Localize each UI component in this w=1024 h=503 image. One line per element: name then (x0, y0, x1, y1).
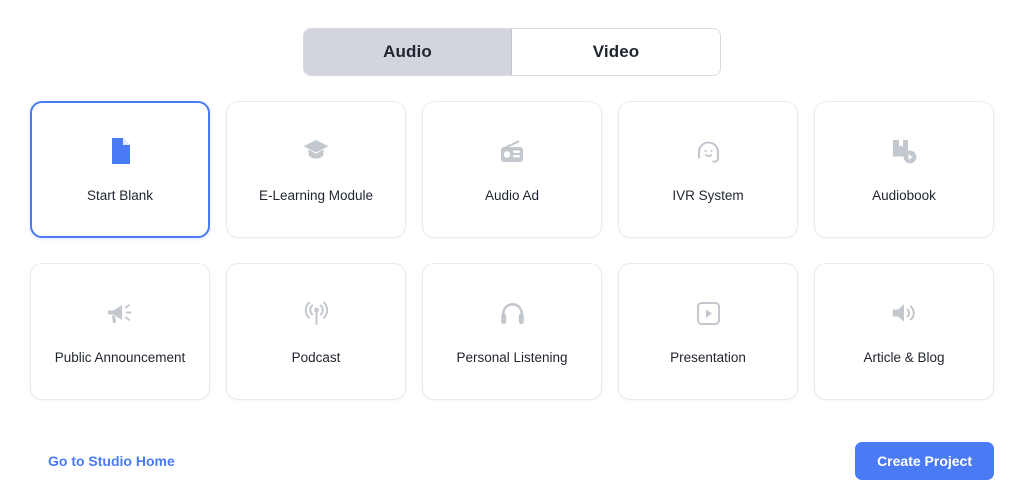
template-card-label: Presentation (670, 350, 746, 366)
broadcast-antenna-icon (303, 296, 330, 330)
template-card-label: Audiobook (872, 188, 936, 204)
template-card-audiobook[interactable]: Audiobook (814, 101, 994, 238)
headphones-icon (499, 296, 526, 330)
tab-audio[interactable]: Audio (304, 29, 512, 75)
template-grid-row-2: Public Announcement Podcast Personal Lis… (30, 263, 994, 400)
new-project-screen: Audio Video Start Blank E-Learning Modul… (0, 0, 1024, 503)
template-card-public-announcement[interactable]: Public Announcement (30, 263, 210, 400)
audiobook-play-icon (890, 134, 918, 168)
template-card-audio-ad[interactable]: Audio Ad (422, 101, 602, 238)
play-square-icon (696, 296, 721, 330)
document-icon (108, 134, 132, 168)
go-to-studio-home-link[interactable]: Go to Studio Home (30, 453, 175, 469)
create-project-button[interactable]: Create Project (855, 442, 994, 480)
graduation-cap-icon (302, 134, 330, 168)
template-card-podcast[interactable]: Podcast (226, 263, 406, 400)
template-card-start-blank[interactable]: Start Blank (30, 101, 210, 238)
template-card-label: E-Learning Module (258, 188, 374, 204)
headset-support-icon (695, 134, 722, 168)
mode-toggle-container: Audio Video (30, 0, 994, 76)
template-card-label: Personal Listening (456, 350, 568, 366)
template-card-label: Article & Blog (863, 350, 945, 366)
template-card-label: Public Announcement (54, 350, 186, 366)
template-card-personal-listening[interactable]: Personal Listening (422, 263, 602, 400)
template-card-article-blog[interactable]: Article & Blog (814, 263, 994, 400)
template-card-presentation[interactable]: Presentation (618, 263, 798, 400)
template-card-label: Podcast (291, 350, 341, 366)
template-grid-row-1: Start Blank E-Learning Module Audio Ad I… (30, 101, 994, 238)
template-card-label: Start Blank (86, 188, 154, 204)
mode-toggle[interactable]: Audio Video (303, 28, 721, 76)
template-card-ivr-system[interactable]: IVR System (618, 101, 798, 238)
footer-bar: Go to Studio Home Create Project (30, 441, 994, 481)
tab-video[interactable]: Video (512, 29, 720, 75)
radio-icon (498, 134, 526, 168)
template-card-e-learning-module[interactable]: E-Learning Module (226, 101, 406, 238)
template-card-label: IVR System (672, 188, 744, 204)
megaphone-icon (106, 296, 134, 330)
speaker-volume-icon (891, 296, 918, 330)
template-card-label: Audio Ad (484, 188, 540, 204)
